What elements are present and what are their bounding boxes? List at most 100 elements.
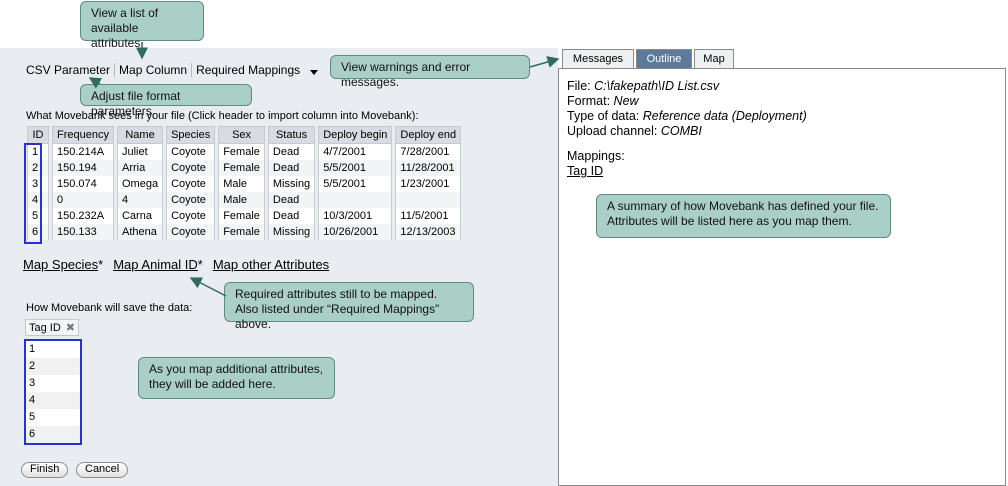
tag-id-chip: Tag ID ✖ bbox=[25, 319, 80, 336]
save-preview-label: How Movebank will save the data: bbox=[26, 302, 193, 314]
list-item: 6 bbox=[26, 426, 80, 443]
mapping-links: Map Species* Map Animal ID* Map other At… bbox=[23, 257, 339, 272]
column-header-frequency[interactable]: Frequency bbox=[52, 126, 114, 144]
cell-species: Coyote bbox=[166, 144, 216, 160]
list-item: 3 bbox=[26, 375, 80, 392]
cell-deploy-begin: 4/7/2001 bbox=[318, 144, 393, 160]
chevron-down-icon[interactable] bbox=[310, 69, 319, 75]
callout-format: Adjust file format parameters. bbox=[80, 84, 252, 118]
map-animal-id-link[interactable]: Map Animal ID* bbox=[113, 257, 203, 272]
cell-status: Missing bbox=[267, 224, 316, 240]
list-item: 2 bbox=[26, 358, 80, 375]
cell-deploy-end: 1/23/2001 bbox=[395, 176, 462, 192]
required-marker: * bbox=[197, 257, 203, 272]
cell-sex: Female bbox=[218, 208, 265, 224]
cell-species: Coyote bbox=[166, 224, 216, 240]
column-header-sex[interactable]: Sex bbox=[218, 126, 265, 144]
type-value: Reference data (Deployment) bbox=[642, 109, 807, 123]
cell-frequency: 0 bbox=[52, 192, 114, 208]
table-row: 3 150.074 Omega Coyote Male Missing 5/5/2001 1/… bbox=[27, 176, 462, 192]
required-mappings-menu[interactable]: Required Mappings bbox=[192, 63, 304, 77]
cell-status: Dead bbox=[267, 160, 316, 176]
table-row: 1 150.214A Juliet Coyote Female Dead 4/7/2001 7… bbox=[27, 144, 462, 160]
cell-id: 4 bbox=[27, 192, 49, 208]
cell-name: 4 bbox=[116, 192, 164, 208]
cell-name: Juliet bbox=[116, 144, 164, 160]
callout-warnings: View warnings and error messages. bbox=[330, 55, 530, 89]
callout-summary: A summary of how Movebank has defined yo… bbox=[596, 194, 891, 238]
table-row: 2 150.194 Arria Coyote Female Dead 5/5/2001 11/… bbox=[27, 160, 462, 176]
cell-species: Coyote bbox=[166, 208, 216, 224]
map-species-label: Map Species bbox=[23, 257, 99, 272]
map-species-link[interactable]: Map Species* bbox=[23, 257, 103, 272]
required-marker: * bbox=[98, 257, 104, 272]
finish-button[interactable]: Finish bbox=[21, 462, 69, 478]
callout-additional: As you map additional attributes, they w… bbox=[138, 357, 335, 399]
mappings-label: Mappings: bbox=[567, 149, 625, 163]
cell-sex: Male bbox=[218, 176, 265, 192]
cell-id: 1 bbox=[27, 144, 49, 160]
column-header-deploy-end[interactable]: Deploy end bbox=[395, 126, 462, 144]
cell-deploy-end: 12/13/2003 bbox=[395, 224, 462, 240]
table-header-row: ID Frequency Name Species Sex Status Dep… bbox=[27, 126, 462, 144]
cell-deploy-begin: 10/3/2001 bbox=[318, 208, 393, 224]
cell-frequency: 150.194 bbox=[52, 160, 114, 176]
cell-sex: Female bbox=[218, 160, 265, 176]
cancel-button[interactable]: Cancel bbox=[76, 462, 129, 478]
cell-status: Dead bbox=[267, 192, 316, 208]
list-item: 4 bbox=[26, 392, 80, 409]
cell-name: Omega bbox=[116, 176, 164, 192]
column-header-id[interactable]: ID bbox=[27, 126, 49, 144]
map-column-menu[interactable]: Map Column bbox=[115, 63, 191, 77]
cell-deploy-begin: 10/26/2001 bbox=[318, 224, 393, 240]
cell-deploy-end bbox=[395, 192, 462, 208]
file-preview-label: What Movebank sees in your file (Click h… bbox=[26, 110, 419, 122]
tag-id-chip-label: Tag ID bbox=[29, 321, 61, 334]
tab-messages[interactable]: Messages bbox=[562, 49, 634, 68]
list-item: 5 bbox=[26, 409, 80, 426]
cell-sex: Male bbox=[218, 192, 265, 208]
type-label: Type of data: bbox=[567, 109, 640, 123]
cell-id: 2 bbox=[27, 160, 49, 176]
column-header-species[interactable]: Species bbox=[166, 126, 216, 144]
close-icon[interactable]: ✖ bbox=[66, 321, 75, 334]
cell-species: Coyote bbox=[166, 160, 216, 176]
tab-outline[interactable]: Outline bbox=[636, 49, 692, 68]
csv-parameter-menu[interactable]: CSV Parameter bbox=[22, 63, 114, 77]
cell-frequency: 150.074 bbox=[52, 176, 114, 192]
mapping-tag-id-link[interactable]: Tag ID bbox=[567, 164, 807, 179]
cell-status: Dead bbox=[267, 144, 316, 160]
cell-name: Arria bbox=[116, 160, 164, 176]
map-other-attributes-link[interactable]: Map other Attributes bbox=[213, 257, 329, 272]
cell-sex: Female bbox=[218, 224, 265, 240]
format-value: New bbox=[613, 94, 639, 108]
cell-id: 3 bbox=[27, 176, 49, 192]
cell-deploy-begin: 5/5/2001 bbox=[318, 160, 393, 176]
file-label: File: bbox=[567, 79, 591, 93]
channel-label: Upload channel: bbox=[567, 124, 658, 138]
cell-status: Missing bbox=[267, 176, 316, 192]
cell-frequency: 150.214A bbox=[52, 144, 114, 160]
tab-map[interactable]: Map bbox=[694, 49, 734, 68]
cell-name: Athena bbox=[116, 224, 164, 240]
cell-deploy-end: 11/5/2001 bbox=[395, 208, 462, 224]
column-header-name[interactable]: Name bbox=[116, 126, 164, 144]
file-value: C:\fakepath\ID List.csv bbox=[594, 79, 720, 93]
cell-id: 6 bbox=[27, 224, 49, 240]
format-label: Format: bbox=[567, 94, 611, 108]
column-header-status[interactable]: Status bbox=[267, 126, 316, 144]
cell-status: Dead bbox=[267, 208, 316, 224]
cell-frequency: 150.232A bbox=[52, 208, 114, 224]
cell-frequency: 150.133 bbox=[52, 224, 114, 240]
cell-species: Coyote bbox=[166, 176, 216, 192]
cell-name: Carna bbox=[116, 208, 164, 224]
cell-sex: Female bbox=[218, 144, 265, 160]
column-header-deploy-begin[interactable]: Deploy begin bbox=[318, 126, 393, 144]
cell-deploy-end: 11/28/2001 bbox=[395, 160, 462, 176]
table-row: 5 150.232A Carna Coyote Female Dead 10/3/2001 1… bbox=[27, 208, 462, 224]
list-item: 1 bbox=[26, 341, 80, 358]
callout-attributes: View a list of available attributes. bbox=[80, 1, 204, 50]
map-animal-id-label: Map Animal ID bbox=[113, 257, 198, 272]
cell-species: Coyote bbox=[166, 192, 216, 208]
callout-required: Required attributes still to be mapped. … bbox=[224, 282, 474, 331]
